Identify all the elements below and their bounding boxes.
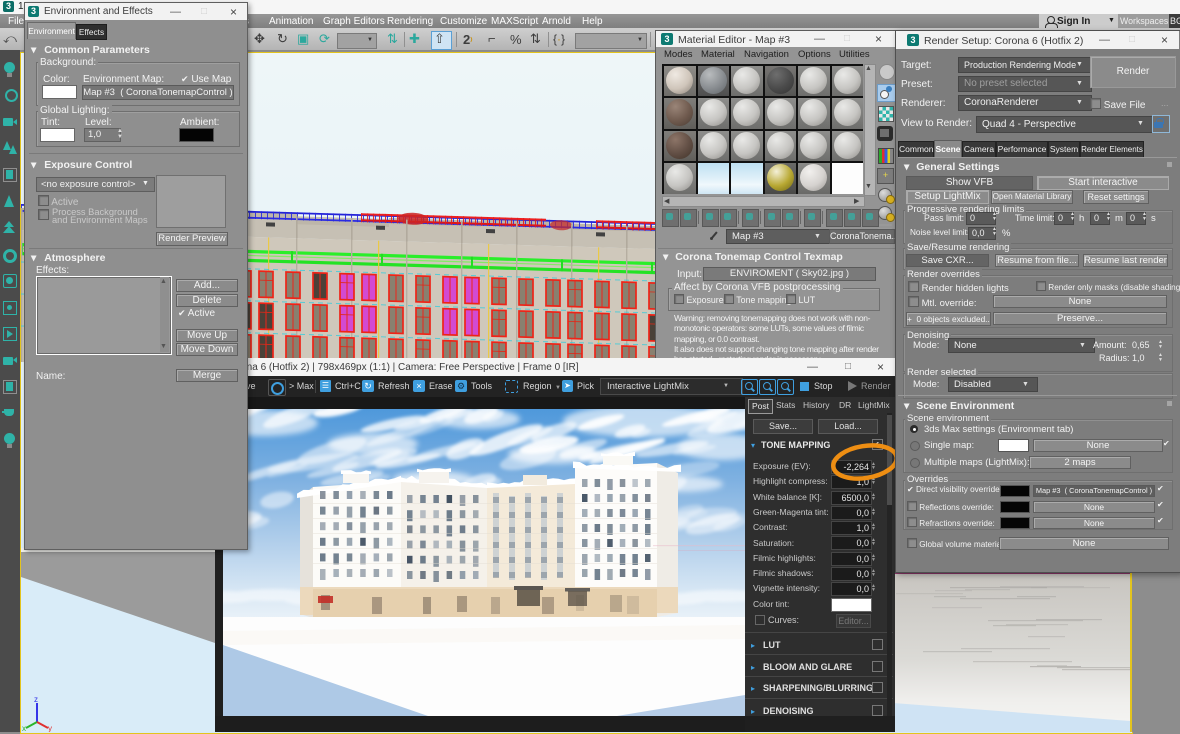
svg-text:y: y xyxy=(48,724,52,732)
svg-text:z: z xyxy=(34,695,38,704)
svg-text:x: x xyxy=(22,724,26,732)
